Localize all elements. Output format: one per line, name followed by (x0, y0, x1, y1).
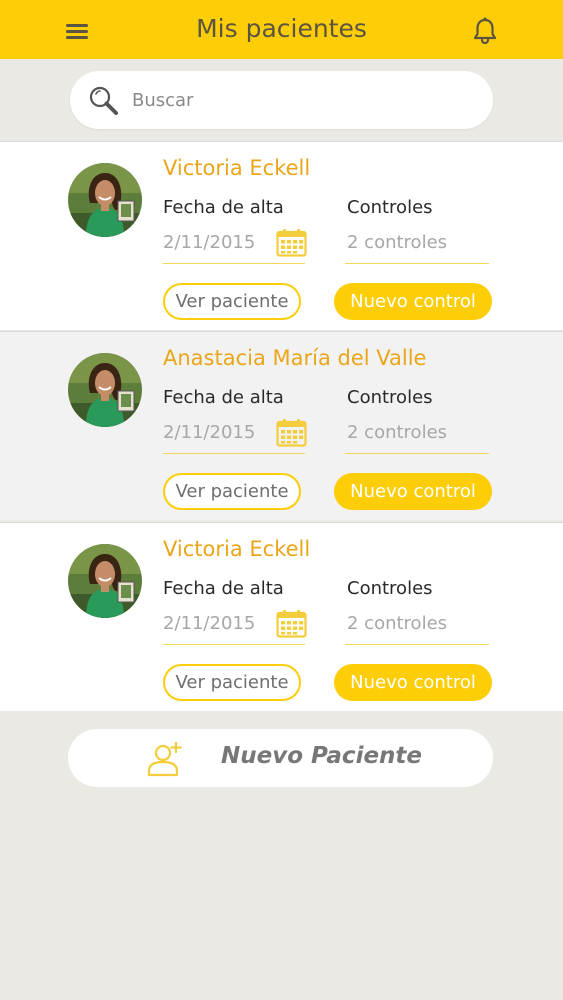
calendar-icon[interactable] (276, 418, 307, 447)
controles-label: Controles (347, 197, 433, 218)
calendar-icon[interactable] (276, 609, 307, 638)
patient-name[interactable]: Anastacia María del Valle (163, 346, 426, 370)
patient-avatar[interactable] (68, 353, 142, 427)
fecha-alta-field[interactable]: 2/11/2015 (163, 416, 307, 454)
patient-avatar[interactable] (68, 544, 142, 618)
ver-paciente-button[interactable]: Ver paciente (163, 473, 301, 510)
controles-field[interactable]: 2 controles (345, 226, 489, 264)
fecha-alta-label: Fecha de alta (163, 197, 284, 218)
search-input[interactable] (132, 81, 472, 119)
patient-name[interactable]: Victoria Eckell (163, 537, 310, 561)
controles-field[interactable]: 2 controles (345, 416, 489, 454)
ver-paciente-button[interactable]: Ver paciente (163, 664, 301, 701)
controles-value: 2 controles (347, 232, 448, 253)
fecha-alta-value: 2/11/2015 (163, 613, 256, 634)
nuevo-control-button[interactable]: Nuevo control (334, 283, 492, 320)
fecha-alta-field[interactable]: 2/11/2015 (163, 226, 307, 264)
add-user-icon (146, 741, 184, 777)
patient-card: Anastacia María del Valle Fecha de alta … (0, 331, 563, 520)
controles-label: Controles (347, 578, 433, 599)
controles-label: Controles (347, 387, 433, 408)
controles-field[interactable]: 2 controles (345, 607, 489, 645)
nuevo-control-button[interactable]: Nuevo control (334, 473, 492, 510)
bell-icon[interactable] (469, 15, 501, 47)
nuevo-paciente-label: Nuevo Paciente (221, 743, 423, 769)
fecha-alta-value: 2/11/2015 (163, 232, 256, 253)
nuevo-paciente-button[interactable]: Nuevo Paciente (68, 729, 493, 787)
controles-value: 2 controles (347, 613, 448, 634)
nuevo-control-button[interactable]: Nuevo control (334, 664, 492, 701)
controles-value: 2 controles (347, 422, 448, 443)
patient-card: Victoria Eckell Fecha de alta Controles … (0, 522, 563, 711)
patient-name[interactable]: Victoria Eckell (163, 156, 310, 180)
fecha-alta-label: Fecha de alta (163, 387, 284, 408)
search-bar (70, 71, 493, 129)
ver-paciente-button[interactable]: Ver paciente (163, 283, 301, 320)
patient-avatar[interactable] (68, 163, 142, 237)
patient-card: Victoria Eckell Fecha de alta Controles … (0, 141, 563, 330)
search-icon[interactable] (86, 83, 122, 119)
app-header: Mis pacientes (0, 0, 563, 59)
fecha-alta-label: Fecha de alta (163, 578, 284, 599)
fecha-alta-value: 2/11/2015 (163, 422, 256, 443)
fecha-alta-field[interactable]: 2/11/2015 (163, 607, 307, 645)
calendar-icon[interactable] (276, 228, 307, 257)
